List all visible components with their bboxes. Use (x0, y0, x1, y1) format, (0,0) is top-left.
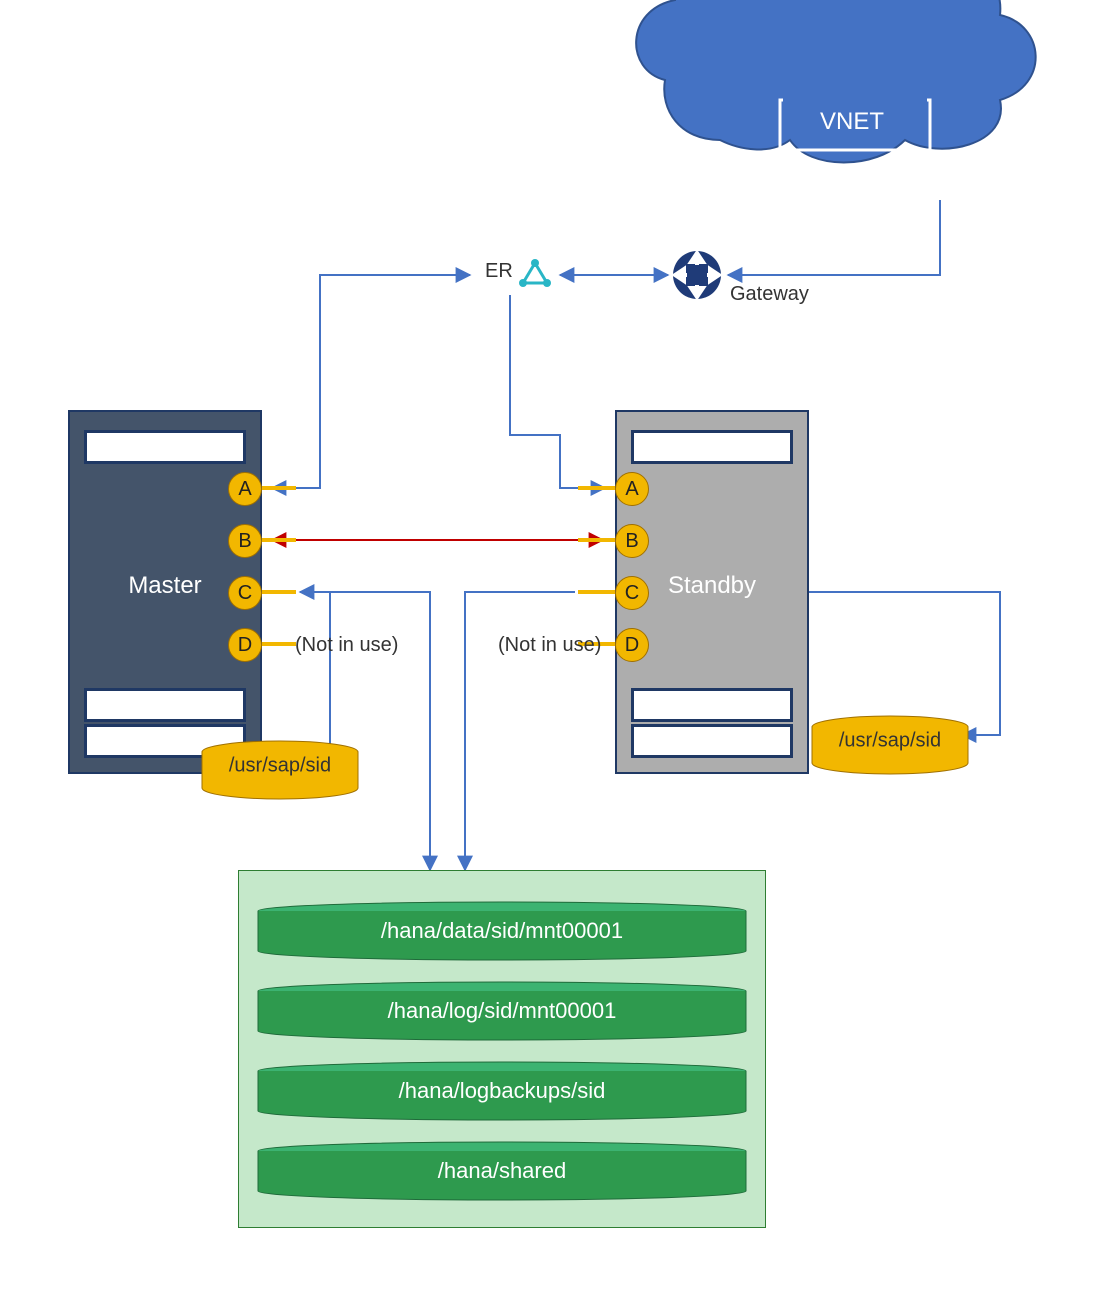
standby-port-b: B (615, 524, 649, 558)
nfs-group: /hana/data/sid/mnt00001 /hana/log/sid/mn… (238, 870, 766, 1228)
master-port-c: C (228, 576, 262, 610)
master-port-a: A (228, 472, 262, 506)
nfs-volume: /hana/shared (257, 1141, 747, 1201)
er-label: ER (485, 260, 513, 283)
nfs-volume: /hana/log/sid/mnt00001 (257, 981, 747, 1041)
master-local-disk: /usr/sap/sid (200, 740, 360, 800)
nfs-volume: /hana/logbackups/sid (257, 1061, 747, 1121)
er-icon (519, 259, 551, 287)
nfs-volume-label: /hana/shared (257, 1158, 747, 1184)
standby-disk-label: /usr/sap/sid (810, 730, 970, 753)
standby-top-slot (631, 430, 793, 464)
nfs-volume: /hana/data/sid/mnt00001 (257, 901, 747, 961)
master-port-b: B (228, 524, 262, 558)
arrow-er-master-a (272, 275, 470, 488)
master-bottom-slot-1 (84, 688, 246, 722)
arrow-vnet-gateway (728, 200, 940, 275)
nfs-volume-label: /hana/log/sid/mnt00001 (257, 998, 747, 1024)
standby-bottom-slot-1 (631, 688, 793, 722)
standby-d-note: (Not in use) (498, 634, 601, 657)
master-disk-label: /usr/sap/sid (200, 755, 360, 778)
nfs-volume-label: /hana/logbackups/sid (257, 1078, 747, 1104)
standby-port-d: D (615, 628, 649, 662)
vnet-label: VNET (820, 108, 884, 136)
standby-port-c: C (615, 576, 649, 610)
master-port-d: D (228, 628, 262, 662)
standby-bottom-slot-2 (631, 724, 793, 758)
nfs-volume-label: /hana/data/sid/mnt00001 (257, 918, 747, 944)
vnet-cloud (636, 0, 1036, 163)
gateway-label: Gateway (730, 283, 809, 306)
master-top-slot (84, 430, 246, 464)
standby-local-disk: /usr/sap/sid (810, 715, 970, 775)
master-d-note: (Not in use) (295, 634, 398, 657)
standby-port-a: A (615, 472, 649, 506)
arrow-er-standby-a (510, 295, 605, 488)
arrow-master-c-localdisk (300, 592, 353, 760)
